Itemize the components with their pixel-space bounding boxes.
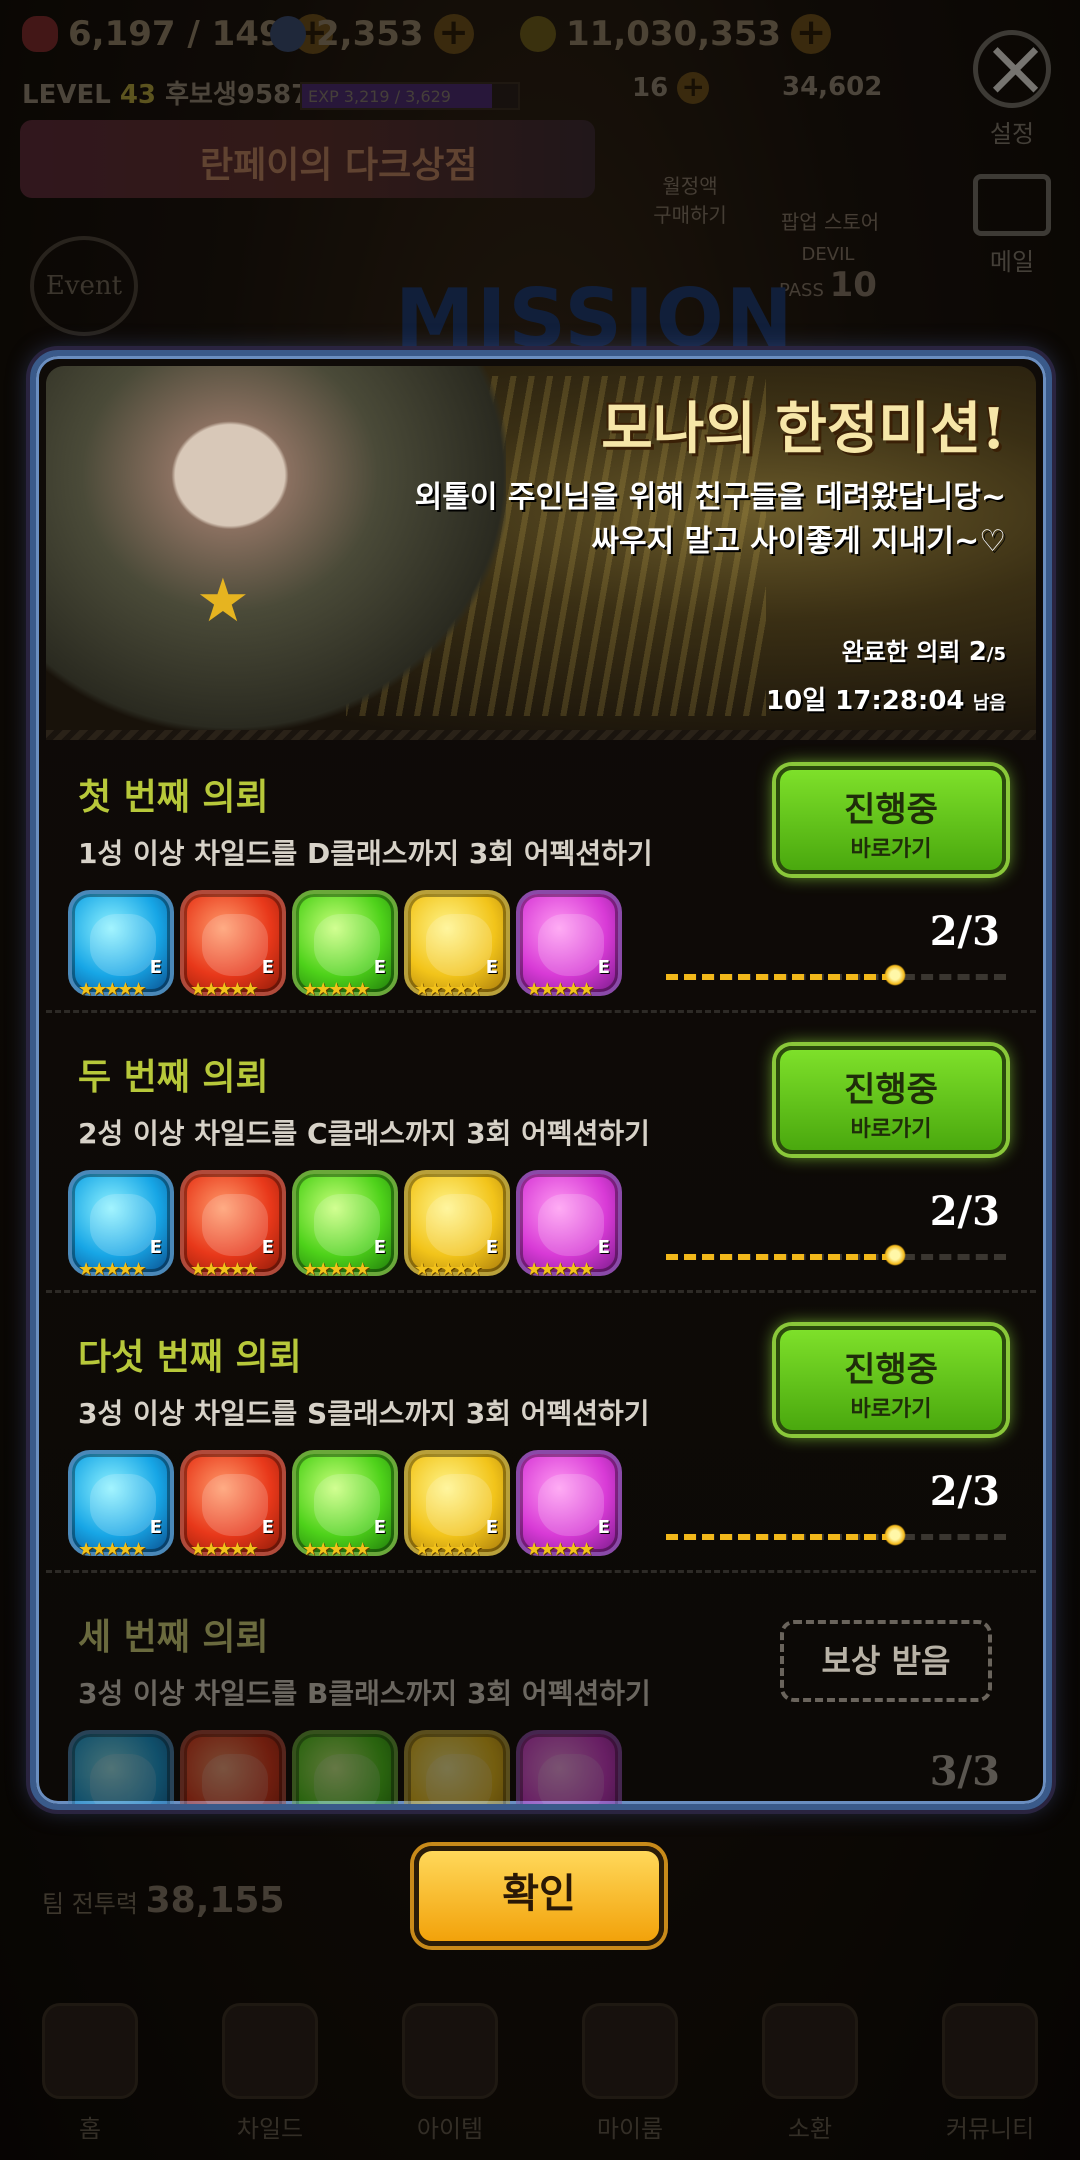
limited-mission-modal: ★ 모나의 한정미션! 외톨이 주인님을 위해 친구들을 데려왔답니당~ 싸우지…: [30, 350, 1052, 1810]
character-card-red[interactable]: E ★★★★★: [180, 1170, 286, 1280]
character-card-blue[interactable]: E ★★★★★: [68, 1170, 174, 1280]
in-progress-button[interactable]: 진행중 바로가기: [776, 766, 1006, 874]
character-card-yellow[interactable]: E ★★★★★: [404, 1450, 510, 1560]
modal-title: 모나의 한정미션!: [601, 396, 1006, 462]
character-card-purple[interactable]: E ★★★★★: [516, 1450, 622, 1560]
quest-title: 세 번째 의뢰: [78, 1617, 269, 1658]
progress-fill: [666, 1254, 894, 1260]
mission-hero-banner: ★ 모나의 한정미션! 외톨이 주인님을 위해 친구들을 데려왔답니당~ 싸우지…: [46, 366, 1036, 730]
quest-description: 1성 이상 차일드를 D클래스까지 3회 어펙션하기: [78, 837, 653, 870]
character-list: E ★★★★★ E ★★★★★ E ★★★★★ E ★★★★★ E ★★★★★: [68, 890, 622, 1000]
time-remaining: 10일 17:28:04 남음: [766, 686, 1006, 716]
character-card-red[interactable]: [180, 1730, 286, 1804]
character-card-green[interactable]: E ★★★★★: [292, 1170, 398, 1280]
reward-received-button: 보상 받음: [780, 1620, 992, 1702]
character-card-red[interactable]: E ★★★★★: [180, 1450, 286, 1560]
quest-progress: 2/3: [929, 1188, 1000, 1235]
quest-progress: 3/3: [929, 1748, 1000, 1795]
progress-marker: [884, 1524, 906, 1546]
quest-title: 첫 번째 의뢰: [78, 777, 269, 818]
character-card-yellow[interactable]: [404, 1730, 510, 1804]
progress-marker: [884, 964, 906, 986]
completed-count: 완료한 의뢰 2/5: [841, 637, 1006, 667]
in-progress-button[interactable]: 진행중 바로가기: [776, 1326, 1006, 1434]
quest-card: 다섯 번째 의뢰 3성 이상 차일드를 S클래스까지 3회 어펙션하기 E ★★★…: [46, 1302, 1036, 1580]
character-list: [68, 1730, 622, 1804]
quest-description: 3성 이상 차일드를 S클래스까지 3회 어펙션하기: [78, 1397, 650, 1430]
quest-progress: 2/3: [929, 908, 1000, 955]
quest-progress: 2/3: [929, 1468, 1000, 1515]
character-card-red[interactable]: E ★★★★★: [180, 890, 286, 1000]
character-card-green[interactable]: E ★★★★★: [292, 1450, 398, 1560]
character-card-yellow[interactable]: E ★★★★★: [404, 890, 510, 1000]
in-progress-button[interactable]: 진행중 바로가기: [776, 1046, 1006, 1154]
character-card-purple[interactable]: E ★★★★★: [516, 890, 622, 1000]
character-card-blue[interactable]: [68, 1730, 174, 1804]
character-card-purple[interactable]: [516, 1730, 622, 1804]
progress-fill: [666, 974, 894, 980]
character-card-yellow[interactable]: E ★★★★★: [404, 1170, 510, 1280]
character-list: E ★★★★★ E ★★★★★ E ★★★★★ E ★★★★★ E ★★★★★: [68, 1450, 622, 1560]
progress-marker: [884, 1244, 906, 1266]
star-icon: ★: [196, 566, 250, 636]
confirm-button[interactable]: 확인: [414, 1846, 664, 1946]
quest-card: 두 번째 의뢰 2성 이상 차일드를 C클래스까지 3회 어펙션하기 E ★★★★…: [46, 1022, 1036, 1300]
quest-title: 두 번째 의뢰: [78, 1057, 269, 1098]
character-card-green[interactable]: [292, 1730, 398, 1804]
progress-fill: [666, 1534, 894, 1540]
character-card-blue[interactable]: E ★★★★★: [68, 1450, 174, 1560]
modal-description: 외톨이 주인님을 위해 친구들을 데려왔답니당~ 싸우지 말고 사이좋게 지내기…: [414, 480, 1006, 559]
quest-description: 2성 이상 차일드를 C클래스까지 3회 어펙션하기: [78, 1117, 650, 1150]
quest-title: 다섯 번째 의뢰: [78, 1337, 302, 1378]
quest-card: 첫 번째 의뢰 1성 이상 차일드를 D클래스까지 3회 어펙션하기 E ★★★★…: [46, 742, 1036, 1020]
character-card-blue[interactable]: E ★★★★★: [68, 890, 174, 1000]
character-card-green[interactable]: E ★★★★★: [292, 890, 398, 1000]
quest-card-completed: 세 번째 의뢰 3성 이상 차일드를 B클래스까지 3회 어펙션하기 보상 받음…: [46, 1582, 1036, 1804]
character-card-purple[interactable]: E ★★★★★: [516, 1170, 622, 1280]
character-list: E ★★★★★ E ★★★★★ E ★★★★★ E ★★★★★ E ★★★★★: [68, 1170, 622, 1280]
quest-description: 3성 이상 차일드를 B클래스까지 3회 어펙션하기: [78, 1677, 651, 1710]
